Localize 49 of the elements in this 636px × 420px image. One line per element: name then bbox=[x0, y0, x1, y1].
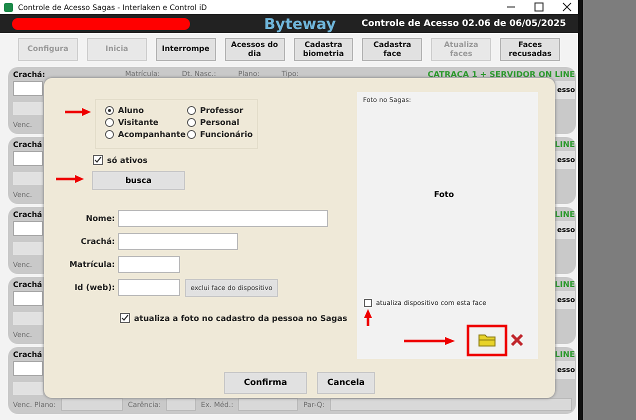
input-field[interactable] bbox=[60, 398, 123, 411]
badge-field[interactable] bbox=[13, 221, 43, 236]
field-label: Id (web): bbox=[73, 283, 115, 292]
app-icon bbox=[4, 2, 13, 12]
version-text: Controle de Acesso 02.06 de 06/05/2025 bbox=[361, 18, 566, 28]
input-field[interactable] bbox=[118, 233, 238, 250]
status-text: CATRACA 1 + SERVIDOR ON LINE bbox=[428, 70, 575, 78]
field-label: Matrícula: bbox=[68, 260, 115, 269]
status-text: LINE bbox=[554, 350, 575, 358]
dialog-button[interactable]: Cancela bbox=[317, 372, 375, 394]
input-field[interactable] bbox=[118, 279, 180, 296]
delete-icon[interactable] bbox=[510, 333, 524, 347]
checkbox-label[interactable]: atualiza a foto no cadastro da pessoa no Sagas bbox=[134, 314, 348, 322]
checkbox-label[interactable]: só ativos bbox=[107, 156, 148, 164]
maximize-icon[interactable] bbox=[534, 2, 544, 12]
annotation-arrow bbox=[56, 175, 84, 183]
checkbox[interactable] bbox=[364, 299, 372, 307]
input-field[interactable] bbox=[238, 398, 298, 411]
checkbox[interactable] bbox=[120, 313, 130, 323]
status-text: LINE bbox=[554, 210, 575, 218]
dialog-button[interactable]: Confirma bbox=[224, 372, 307, 394]
folder-icon[interactable] bbox=[478, 333, 496, 347]
status-text: LINE bbox=[554, 140, 575, 148]
status-text: LINE bbox=[554, 280, 575, 288]
radio-option[interactable]: Aluno bbox=[105, 105, 187, 116]
radio-option[interactable]: Personal bbox=[187, 117, 267, 128]
annotation-arrow bbox=[65, 108, 91, 116]
search-button[interactable]: busca bbox=[92, 171, 185, 190]
radio-option[interactable]: Visitante bbox=[105, 117, 187, 128]
radio-option[interactable]: Acompanhante bbox=[105, 129, 187, 140]
input-field[interactable] bbox=[118, 256, 180, 273]
input-field[interactable] bbox=[166, 398, 196, 411]
input-field[interactable] bbox=[330, 398, 572, 411]
annotation-arrow bbox=[404, 337, 455, 345]
badge-field[interactable] bbox=[13, 291, 43, 306]
radio-option[interactable]: Professor bbox=[187, 105, 267, 116]
field-label: Nome: bbox=[84, 214, 115, 223]
annotation-arrow bbox=[364, 309, 372, 326]
highlight-box bbox=[466, 324, 508, 356]
field-label: Crachá: bbox=[80, 237, 115, 246]
badge-field[interactable] bbox=[13, 361, 43, 376]
input-field[interactable] bbox=[118, 210, 328, 227]
brand-name: Byteway bbox=[264, 14, 336, 32]
photo-placeholder: Foto bbox=[434, 190, 454, 199]
checkbox[interactable] bbox=[93, 155, 103, 165]
badge-field[interactable] bbox=[13, 151, 43, 166]
badge-field[interactable] bbox=[13, 81, 43, 96]
radio-option[interactable]: Funcionário bbox=[187, 129, 267, 140]
close-icon[interactable] bbox=[562, 2, 572, 12]
